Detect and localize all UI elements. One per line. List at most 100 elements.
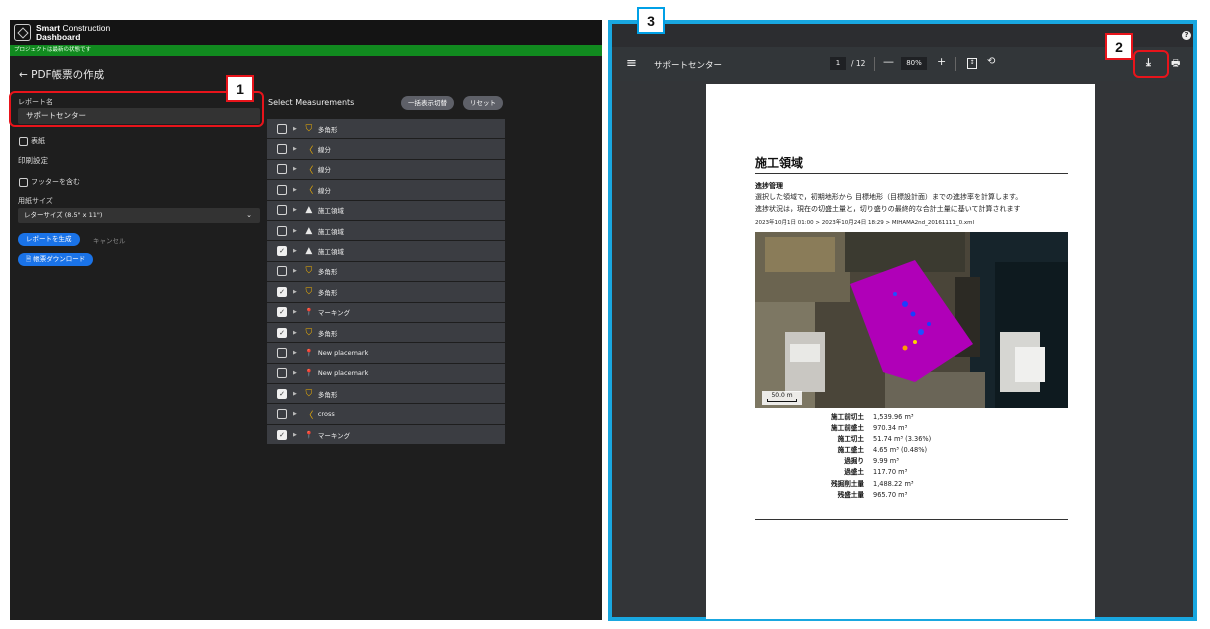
generate-report-button[interactable]: レポートを生成 — [18, 233, 80, 246]
measurement-label: cross — [317, 410, 335, 419]
menu-icon[interactable]: ≡ — [626, 56, 637, 71]
pdf-page: 施工領域 進捗管理 選択した領域で，初期地形から 目標地形（目標設計面）までの進… — [706, 84, 1095, 619]
measurement-checkbox[interactable] — [277, 368, 287, 379]
expand-caret-icon[interactable]: ▶ — [293, 309, 297, 315]
expand-caret-icon[interactable]: ▶ — [293, 432, 297, 438]
measurement-row[interactable]: ✓ ▶ ⛉ 多角形 — [267, 322, 505, 344]
zoom-input[interactable]: 80% — [901, 57, 927, 70]
measurement-checkbox[interactable] — [277, 164, 287, 175]
stat-row: 施工前切土 1,539.96 m³ — [755, 412, 1068, 423]
stat-value: 117.70 m³ — [873, 468, 908, 477]
measurement-row[interactable]: ▶ 📍 New placemark — [267, 363, 505, 385]
status-banner: プロジェクトは最新の状態です — [10, 45, 602, 56]
annotation-badge-2: 2 — [1105, 33, 1133, 60]
expand-caret-icon[interactable]: ▶ — [293, 330, 297, 336]
zoom-out-icon[interactable]: — — [883, 55, 894, 68]
measurement-row[interactable]: ✓ ▶ ⛉ 多角形 — [267, 282, 505, 303]
cover-label: 表紙 — [31, 137, 45, 145]
expand-caret-icon[interactable]: ▶ — [293, 350, 297, 356]
stat-key: 過掘り — [844, 457, 864, 466]
annotation-badge-1: 1 — [226, 75, 254, 102]
toolbar-divider — [955, 57, 956, 71]
pdf-heading: 施工領域 — [755, 156, 804, 170]
mountain-icon: ▲ — [305, 246, 313, 257]
footer-label: フッターを含む — [31, 178, 80, 186]
chevron-down-icon: ⌄ — [246, 211, 252, 219]
measurement-row[interactable]: ▶ 〈線分 — [267, 139, 505, 160]
measurement-checkbox[interactable] — [277, 347, 287, 358]
print-icon[interactable]: 🖶 — [1171, 56, 1180, 73]
footer-checkbox-row[interactable]: フッターを含む — [19, 177, 80, 187]
cancel-button[interactable]: キャンセル — [93, 235, 126, 245]
page-total: / 12 — [851, 59, 866, 68]
pin-icon: 📍 — [304, 308, 314, 317]
measurement-checkbox[interactable] — [277, 225, 287, 236]
measurement-label: マーキング — [317, 309, 351, 318]
measurement-row[interactable]: ▶ ▲ 施工領域 — [267, 220, 505, 242]
measurement-label: 多角形 — [317, 390, 338, 399]
stat-row: 残掘削土量 1,488.22 m³ — [755, 479, 1068, 490]
help-icon[interactable]: ? — [1182, 31, 1191, 40]
expand-caret-icon[interactable]: ▶ — [293, 248, 297, 254]
measurement-label: New placemark — [317, 369, 369, 378]
measurement-label: 線分 — [317, 166, 331, 175]
mountain-icon: ▲ — [305, 225, 313, 236]
reset-button[interactable]: リセット — [463, 96, 503, 110]
measurement-checkbox[interactable]: ✓ — [277, 429, 287, 440]
measurement-checkbox[interactable] — [277, 144, 287, 155]
expand-caret-icon[interactable]: ▶ — [293, 289, 297, 295]
expand-caret-icon[interactable]: ▶ — [293, 391, 297, 397]
measurement-row[interactable]: ▶ 📍 New placemark — [267, 343, 505, 364]
measurement-checkbox[interactable] — [277, 409, 287, 420]
measurement-checkbox[interactable]: ✓ — [277, 307, 287, 318]
polyline-icon: 〈 — [304, 165, 314, 176]
stat-value: 970.34 m³ — [873, 424, 908, 433]
measurement-row[interactable]: ▶ 〈線分 — [267, 159, 505, 181]
expand-caret-icon[interactable]: ▶ — [293, 166, 297, 172]
measurement-checkbox[interactable] — [277, 266, 287, 277]
measurement-checkbox[interactable]: ✓ — [277, 286, 287, 297]
measurement-row[interactable]: ▶ ▲ 施工領域 — [267, 200, 505, 221]
toggle-all-button[interactable]: 一括表示切替 — [401, 96, 454, 110]
measurement-row[interactable]: ▶ ⛉ 多角形 — [267, 119, 505, 140]
polygon-icon: ⛉ — [305, 266, 313, 277]
measurement-checkbox[interactable] — [277, 123, 287, 134]
measurement-checkbox[interactable] — [277, 205, 287, 216]
measurement-row[interactable]: ▶ ⛉ 多角形 — [267, 261, 505, 283]
expand-caret-icon[interactable]: ▶ — [293, 268, 297, 274]
paper-size-select[interactable]: レターサイズ (8.5" x 11") ⌄ — [18, 208, 260, 223]
measurement-row[interactable]: ✓ ▶ ⛉ 多角形 — [267, 384, 505, 405]
page-number-input[interactable]: 1 — [830, 57, 846, 70]
download-report-button[interactable]: 🗎 帳票ダウンロード — [18, 253, 94, 266]
zoom-in-icon[interactable]: + — [937, 55, 946, 68]
heading-rule — [755, 173, 1068, 174]
cover-checkbox[interactable] — [19, 136, 28, 146]
measurement-row[interactable]: ✓ ▶ 📍 マーキング — [267, 302, 505, 323]
measurement-checkbox[interactable]: ✓ — [277, 327, 287, 338]
measurements-title: Select Measurements — [268, 98, 355, 107]
measurement-label: 多角形 — [317, 329, 338, 338]
measurement-checkbox[interactable]: ✓ — [277, 388, 287, 399]
fit-page-icon[interactable]: ↕ — [967, 58, 977, 69]
expand-caret-icon[interactable]: ▶ — [293, 370, 297, 376]
expand-caret-icon[interactable]: ▶ — [293, 187, 297, 193]
app-header: Smart Construction Dashboard — [10, 20, 602, 45]
measurement-row[interactable]: ✓ ▶ 📍 マーキング — [267, 424, 505, 446]
measurement-row[interactable]: ✓ ▶ ▲ 施工領域 — [267, 241, 505, 262]
measurement-checkbox[interactable] — [277, 184, 287, 195]
expand-caret-icon[interactable]: ▶ — [293, 126, 297, 132]
measurement-label: マーキング — [317, 431, 351, 440]
measurement-checkbox[interactable]: ✓ — [277, 246, 287, 257]
polyline-icon: 〈 — [304, 145, 314, 156]
measurement-row[interactable]: ▶ 〈線分 — [267, 180, 505, 201]
expand-caret-icon[interactable]: ▶ — [293, 411, 297, 417]
cover-checkbox-row[interactable]: 表紙 — [19, 136, 45, 146]
measurement-label: 多角形 — [317, 125, 338, 134]
measurement-row[interactable]: ▶ 〈 cross — [267, 404, 505, 425]
expand-caret-icon[interactable]: ▶ — [293, 146, 297, 152]
footer-checkbox[interactable] — [19, 177, 28, 187]
expand-caret-icon[interactable]: ▶ — [293, 207, 297, 213]
back-page-title[interactable]: ← PDF帳票の作成 — [19, 67, 104, 82]
expand-caret-icon[interactable]: ▶ — [293, 228, 297, 234]
rotate-icon[interactable]: ⟲ — [987, 56, 995, 67]
